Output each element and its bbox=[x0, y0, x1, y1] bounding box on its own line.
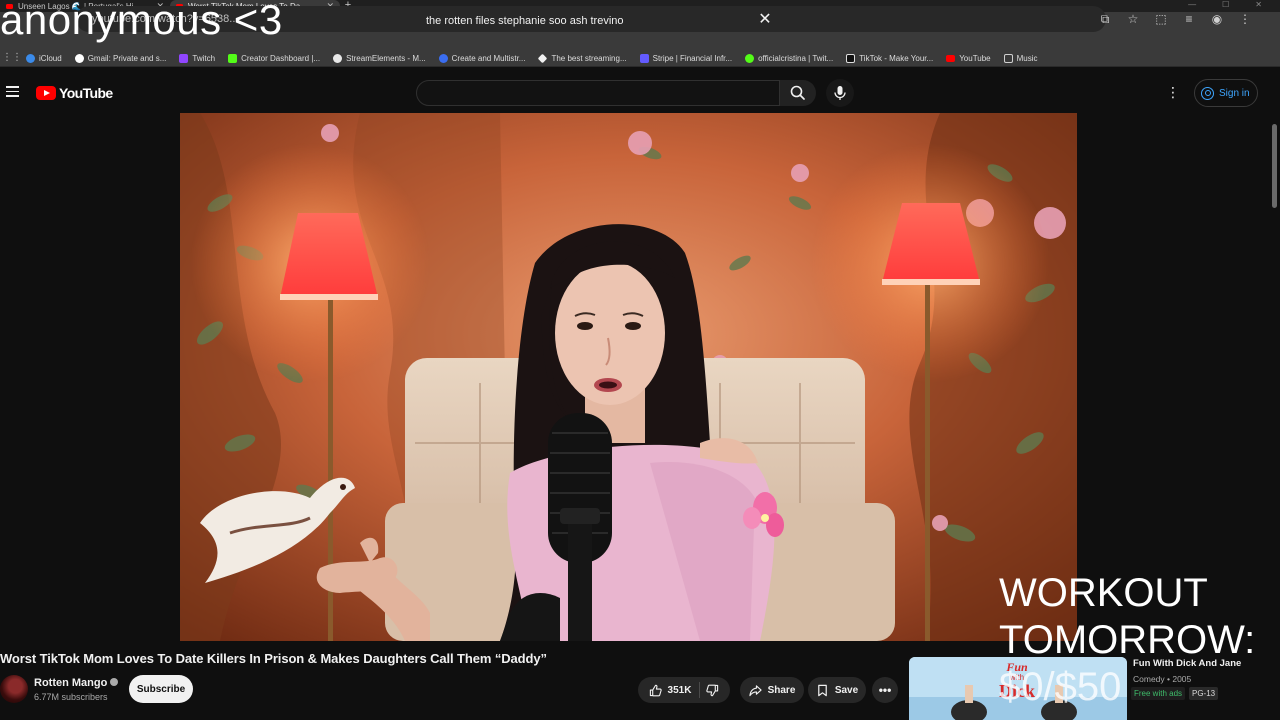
bookmark-label: officialcristina | Twit... bbox=[758, 53, 834, 63]
bookmark-label: StreamElements - M... bbox=[346, 53, 426, 63]
channel-name-link[interactable]: Rotten Mango bbox=[34, 676, 119, 690]
bookmark-label: The best streaming... bbox=[551, 53, 627, 63]
bookmark-streamelements[interactable]: StreamElements - M... bbox=[333, 53, 426, 63]
stripe-icon bbox=[639, 53, 649, 63]
profile-icon[interactable]: ◉ bbox=[1210, 12, 1224, 26]
save-button[interactable]: Save bbox=[808, 677, 866, 703]
bookmark-save-icon bbox=[817, 684, 827, 696]
video-title: Worst TikTok Mom Loves To Date Killers I… bbox=[0, 651, 547, 666]
video-player[interactable] bbox=[180, 113, 1077, 641]
save-label: Save bbox=[834, 684, 859, 696]
streamelements-icon bbox=[333, 53, 343, 63]
bookmark-gmail[interactable]: Gmail: Private and s... bbox=[74, 53, 167, 63]
video-frame bbox=[180, 113, 1077, 641]
bookmark-youtube[interactable]: YouTube bbox=[946, 53, 991, 63]
kick-icon bbox=[745, 53, 755, 63]
bookmark-restream[interactable]: Create and Multistr... bbox=[438, 53, 526, 63]
verified-badge-icon bbox=[110, 678, 119, 686]
bookmark-label: Gmail: Private and s... bbox=[87, 53, 167, 63]
channel-name: Rotten Mango bbox=[34, 677, 108, 689]
page-bottom bbox=[0, 714, 898, 720]
window-controls: — ☐ ✕ bbox=[1188, 0, 1280, 10]
bookmark-label: iCloud bbox=[39, 53, 62, 63]
thumbs-up-icon bbox=[649, 684, 662, 696]
share-arrow-icon bbox=[748, 684, 762, 696]
more-actions-button[interactable]: ••• bbox=[872, 677, 898, 703]
like-count: 351K bbox=[667, 684, 692, 696]
bookmark-label: Create and Multistr... bbox=[451, 53, 526, 63]
share-label: Share bbox=[767, 684, 796, 696]
menu-dots-icon[interactable]: ⋮ bbox=[1238, 12, 1252, 26]
youtube-logo-text: YouTube bbox=[59, 85, 113, 101]
restream-icon bbox=[438, 53, 448, 63]
kick-icon bbox=[228, 53, 238, 63]
bookmark-star-icon[interactable]: ☆ bbox=[1126, 12, 1140, 26]
cloud-icon bbox=[26, 53, 35, 63]
youtube-play-logo-icon bbox=[36, 86, 56, 100]
divider bbox=[0, 66, 1280, 67]
bookmark-stripe[interactable]: Stripe | Financial Infr... bbox=[639, 53, 733, 63]
tiktok-icon bbox=[846, 53, 856, 63]
account-icon bbox=[1201, 86, 1214, 100]
clear-search-icon[interactable]: ✕ bbox=[756, 11, 774, 29]
goal-line-1: WORKOUT bbox=[999, 571, 1208, 615]
search-icon bbox=[790, 85, 805, 100]
bookmark-officialcristina[interactable]: officialcristina | Twit... bbox=[745, 53, 834, 63]
stream-overlay-name: anonymous <3 bbox=[0, 0, 283, 43]
search-button[interactable] bbox=[780, 80, 816, 106]
microphone-icon bbox=[834, 86, 846, 100]
settings-more-icon[interactable]: ⋮ bbox=[1166, 84, 1180, 100]
toolbar-icons: ⧉ ☆ ⬚ ≡ ◉ ⋮ bbox=[1098, 12, 1252, 26]
media-icon[interactable]: ≡ bbox=[1182, 12, 1196, 26]
more-horizontal-icon: ••• bbox=[878, 683, 892, 697]
bookmark-label: Stripe | Financial Infr... bbox=[652, 53, 733, 63]
bookmark-label: Creator Dashboard |... bbox=[241, 53, 321, 63]
bookmark-folder-music[interactable]: Music bbox=[1003, 53, 1038, 63]
folder-icon bbox=[1003, 53, 1013, 63]
extensions-icon[interactable]: ⬚ bbox=[1154, 12, 1168, 26]
search-query-text: the rotten files stephanie soo ash trevi… bbox=[426, 15, 624, 27]
goal-line-2: TOMORROW: bbox=[999, 618, 1256, 662]
thumbs-down-icon[interactable] bbox=[706, 684, 719, 697]
menu-hamburger-icon[interactable] bbox=[6, 86, 19, 97]
sign-in-button[interactable]: Sign in bbox=[1194, 79, 1258, 107]
bookmark-label: YouTube bbox=[959, 53, 991, 63]
bookmark-label: Twitch bbox=[192, 53, 216, 63]
search-input[interactable] bbox=[416, 80, 780, 106]
bookmark-label: Music bbox=[1016, 53, 1038, 63]
bookmark-best-streaming[interactable]: The best streaming... bbox=[538, 53, 627, 63]
scrollbar-thumb[interactable] bbox=[1272, 124, 1277, 208]
subscriber-count: 6.77M subscribers bbox=[34, 692, 108, 702]
bookmark-creator-dashboard[interactable]: Creator Dashboard |... bbox=[228, 53, 321, 63]
like-button[interactable]: 351K bbox=[649, 682, 701, 698]
like-dislike-group: 351K bbox=[638, 677, 730, 703]
apps-grid-icon[interactable]: ⋮⋮ bbox=[2, 51, 22, 65]
install-app-icon[interactable]: ⧉ bbox=[1098, 12, 1112, 26]
close-window-icon[interactable]: ✕ bbox=[1255, 0, 1262, 10]
bookmarks-bar: ⋮⋮ iCloud Gmail: Private and s... Twitch… bbox=[0, 50, 1280, 66]
diamond-icon bbox=[538, 53, 548, 63]
youtube-icon bbox=[946, 54, 956, 62]
goal-amount: $0/$50 bbox=[999, 665, 1122, 709]
stream-overlay-goal: WORKOUT TOMORROW: $0/$50 bbox=[999, 570, 1255, 711]
youtube-masthead: YouTube ⋮ Sign in bbox=[0, 72, 1280, 114]
bookmark-twitch[interactable]: Twitch bbox=[179, 53, 216, 63]
twitch-icon bbox=[179, 53, 189, 63]
bookmark-label: TikTok - Make Your... bbox=[859, 53, 934, 63]
youtube-logo[interactable]: YouTube bbox=[36, 85, 113, 101]
subscribe-button[interactable]: Subscribe bbox=[129, 675, 193, 703]
bookmark-tiktok[interactable]: TikTok - Make Your... bbox=[846, 53, 934, 63]
voice-search-button[interactable] bbox=[826, 79, 854, 107]
maximize-icon[interactable]: ☐ bbox=[1222, 0, 1229, 10]
sign-in-label: Sign in bbox=[1219, 87, 1250, 99]
minimize-icon[interactable]: — bbox=[1188, 0, 1196, 10]
bookmark-icloud[interactable]: iCloud bbox=[26, 53, 62, 63]
google-icon bbox=[74, 53, 84, 63]
channel-avatar[interactable] bbox=[0, 675, 28, 703]
share-button[interactable]: Share bbox=[740, 677, 804, 703]
